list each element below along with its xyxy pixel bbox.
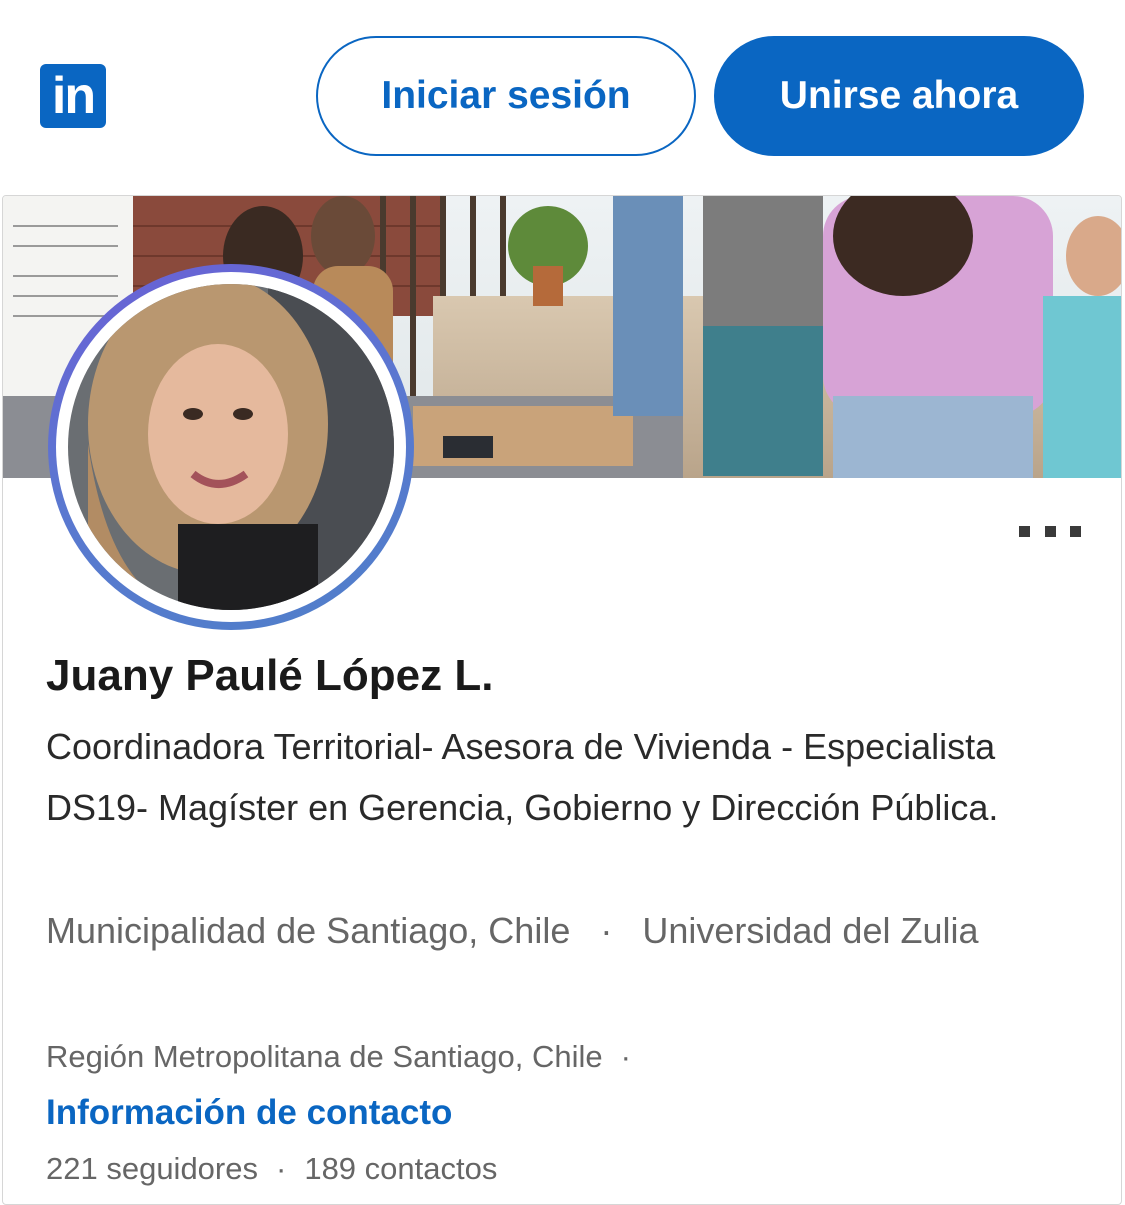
separator-dot: · [276, 1151, 287, 1186]
connections-count[interactable]: 189 contactos [304, 1151, 497, 1186]
avatar-photo [68, 284, 394, 610]
organization-link[interactable]: Municipalidad de Santiago, Chile [46, 910, 570, 951]
profile-headline: Coordinadora Territorial- Asesora de Viv… [46, 726, 999, 828]
join-now-button[interactable]: Unirse ahora [714, 36, 1084, 156]
profile-avatar[interactable] [48, 264, 414, 630]
separator-dot: · [620, 1039, 631, 1074]
profile-stats: 221 seguidores · 189 contactos [46, 1148, 497, 1190]
contact-info-link[interactable]: Información de contacto [46, 1090, 452, 1136]
profile-location-row: Región Metropolitana de Santiago, Chile · [46, 1036, 631, 1078]
profile-affiliations: Municipalidad de Santiago, Chile · Univers… [46, 900, 1086, 961]
profile-name: Juany Paulé López L. [46, 651, 494, 700]
separator-dot: · [600, 910, 613, 951]
education-link[interactable]: Universidad del Zulia [642, 910, 978, 951]
profile-location: Región Metropolitana de Santiago, Chile [46, 1039, 603, 1074]
signin-button[interactable]: Iniciar sesión [316, 36, 696, 156]
more-options-icon[interactable] [1019, 521, 1081, 541]
followers-count: 221 seguidores [46, 1151, 258, 1186]
top-navigation: in Iniciar sesión Unirse ahora [0, 0, 1125, 190]
linkedin-logo-icon[interactable]: in [40, 64, 106, 128]
